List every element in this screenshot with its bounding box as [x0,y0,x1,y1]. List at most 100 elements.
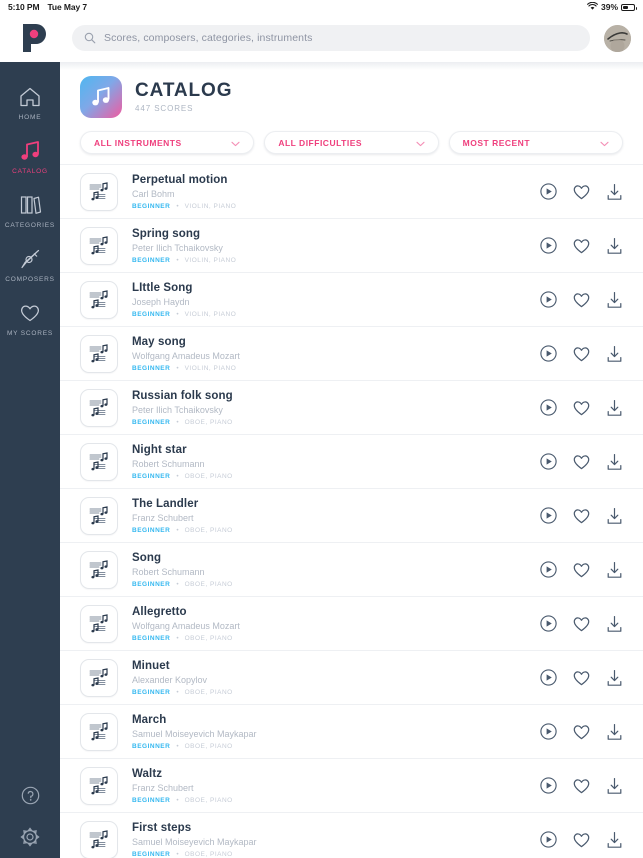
download-icon[interactable] [606,669,623,687]
score-row[interactable]: Waltz Franz Schubert BEGINNER • OBOE, PIANO [60,758,643,812]
help-circle-icon[interactable] [0,775,60,816]
heart-icon[interactable] [572,345,591,362]
play-circle-icon[interactable] [540,669,557,686]
score-title: The Landler [132,498,199,511]
score-row[interactable]: Russian folk song Peter Ilich Tchaikovsky… [60,380,643,434]
heart-icon[interactable] [572,453,591,470]
score-meta: Perpetual motion Carl Bohm BEGINNER • VIOLIN… [132,173,528,209]
score-row[interactable]: Night star Robert Schumann BEGINNER • OBOE, … [60,434,643,488]
heart-icon[interactable] [572,777,591,794]
score-meta: Song Robert Schumann BEGINNER • OBOE, PIANO [132,551,528,587]
download-icon[interactable] [606,237,623,255]
play-circle-icon[interactable] [540,507,557,524]
download-icon[interactable] [606,183,623,201]
heart-icon[interactable] [572,723,591,740]
score-row[interactable]: Song Robert Schumann BEGINNER • OBOE, PIANO [60,542,643,596]
download-icon[interactable] [606,291,623,309]
score-title: Minuet [132,660,170,673]
score-list: Perpetual motion Carl Bohm BEGINNER • VIOLIN… [60,164,643,858]
score-row[interactable]: Minuet Alexander Kopylov BEGINNER • OBOE, PI… [60,650,643,704]
sheet-music-icon [80,550,118,589]
download-icon[interactable] [606,453,623,471]
instruments-label: OBOE, PIANO [184,796,233,804]
score-meta: March Samuel Moiseyevich Maykapar BEGINNER… [132,713,528,749]
heart-icon[interactable] [572,615,591,632]
heart-icon[interactable] [572,399,591,416]
ios-status-bar: 5:10 PM Tue May 7 39% [0,0,643,14]
filter-sort[interactable]: MOST RECENT [448,131,623,154]
instruments-label: VIOLIN, PIANO [184,310,237,318]
play-circle-icon[interactable] [540,237,557,254]
heart-icon[interactable] [572,183,591,200]
sidebar-item-my-scores[interactable]: MY SCORES [0,292,60,346]
download-icon[interactable] [606,615,623,633]
score-meta: Allegretto Wolfgang Amadeus Mozart BEGINNE… [132,605,528,641]
score-composer: Wolfgang Amadeus Mozart [132,350,240,361]
play-circle-icon[interactable] [540,453,557,470]
instruments-label: OBOE, PIANO [184,472,233,480]
score-title: Spring song [132,228,201,241]
sidebar-item-catalog[interactable]: CATALOG [0,130,60,184]
play-circle-icon[interactable] [540,831,557,848]
filter-instruments[interactable]: ALL INSTRUMENTS [80,131,255,154]
score-composer: Robert Schumann [132,566,205,577]
gear-icon[interactable] [0,816,60,858]
download-icon[interactable] [606,399,623,417]
tag-separator: • [176,688,179,696]
tag-separator: • [176,364,179,372]
difficulty-badge: BEGINNER [132,526,171,534]
heart-icon[interactable] [572,291,591,308]
tag-separator: • [176,526,179,534]
download-icon[interactable] [606,345,623,363]
music-note-icon [18,139,42,163]
filter-difficulties[interactable]: ALL DIFFICULTIES [264,131,439,154]
heart-icon [18,301,42,325]
heart-icon[interactable] [572,831,591,848]
sidebar-item-composers[interactable]: COMPOSERS [0,238,60,292]
download-icon[interactable] [606,777,623,795]
sidebar-item-label: CATEGORIES [4,222,56,229]
sidebar: HOME CATALOG CATEGORIES COMPOSERS MY SCO… [0,62,60,858]
sidebar-item-home[interactable]: HOME [0,76,60,130]
score-tags: BEGINNER • OBOE, PIANO [132,851,528,858]
download-icon[interactable] [606,507,623,525]
filter-label: ALL INSTRUMENTS [94,137,182,148]
score-composer: Alexander Kopylov [132,674,208,685]
score-row[interactable]: March Samuel Moiseyevich Maykapar BEGINNER… [60,704,643,758]
heart-icon[interactable] [572,507,591,524]
heart-icon[interactable] [572,237,591,254]
play-circle-icon[interactable] [540,615,557,632]
score-row[interactable]: May song Wolfgang Amadeus Mozart BEGINNER •… [60,326,643,380]
play-circle-icon[interactable] [540,345,557,362]
score-tags: BEGINNER • OBOE, PIANO [132,581,528,588]
heart-icon[interactable] [572,669,591,686]
tag-separator: • [176,418,179,426]
play-circle-icon[interactable] [540,291,557,308]
app-logo-p[interactable] [12,23,56,53]
download-icon[interactable] [606,831,623,849]
score-row[interactable]: The Landler Franz Schubert BEGINNER • OBOE, … [60,488,643,542]
score-row[interactable]: Allegretto Wolfgang Amadeus Mozart BEGINNE… [60,596,643,650]
download-icon[interactable] [606,561,623,579]
chevron-down-icon [231,134,240,152]
sidebar-item-categories[interactable]: CATEGORIES [0,184,60,238]
score-row[interactable]: Spring song Peter Ilich Tchaikovsky BEGINN… [60,218,643,272]
play-circle-icon[interactable] [540,183,557,200]
battery-icon [621,3,637,11]
play-circle-icon[interactable] [540,561,557,578]
score-row[interactable]: First steps Samuel Moiseyevich Maykapar BE… [60,812,643,858]
play-circle-icon[interactable] [540,723,557,740]
search-input[interactable]: Scores, composers, categories, instrumen… [72,25,590,51]
play-circle-icon[interactable] [540,777,557,794]
row-actions [540,345,623,363]
row-actions [540,615,623,633]
score-row[interactable]: LIttle Song Joseph Haydn BEGINNER • VIOLIN, … [60,272,643,326]
user-avatar[interactable] [604,24,631,52]
download-icon[interactable] [606,723,623,741]
difficulty-badge: BEGINNER [132,850,171,858]
play-circle-icon[interactable] [540,399,557,416]
heart-icon[interactable] [572,561,591,578]
status-time: 5:10 PM [8,2,40,12]
status-right-cluster: 39% [587,1,637,13]
score-row[interactable]: Perpetual motion Carl Bohm BEGINNER • VIOLIN… [60,164,643,218]
